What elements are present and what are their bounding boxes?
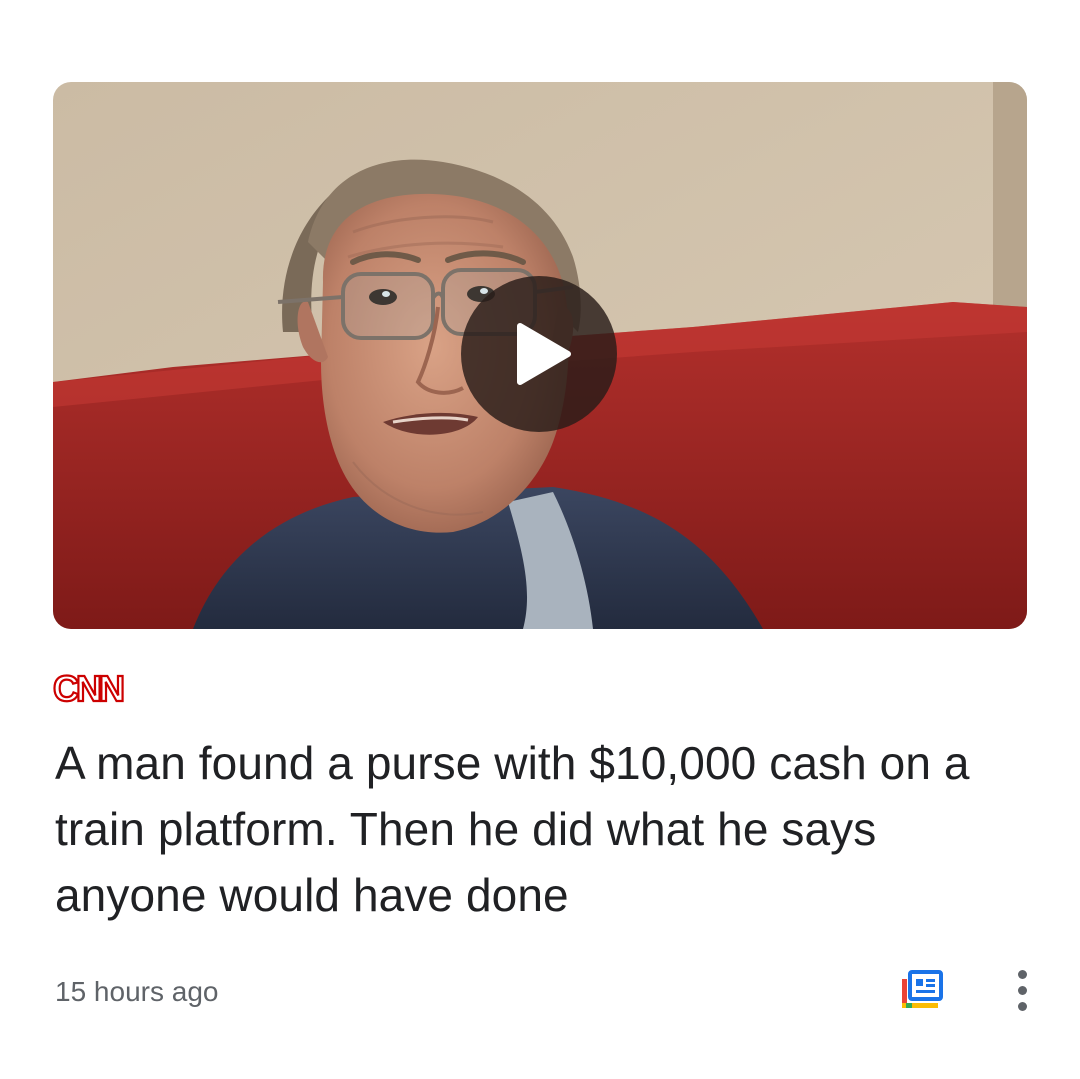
more-options-button[interactable] (1000, 962, 1044, 1018)
article-timestamp: 15 hours ago (55, 976, 219, 1007)
svg-text:CNN: CNN (53, 668, 123, 708)
article-headline[interactable]: A man found a purse with $10,000 cash on… (55, 730, 1015, 928)
source-logo[interactable]: CNN (52, 667, 133, 710)
cnn-logo: CNN (52, 667, 127, 710)
more-vert-icon (1017, 969, 1027, 979)
news-card[interactable]: CNN A man found a purse with $10,000 cas… (0, 0, 1080, 1079)
play-icon (517, 323, 571, 385)
more-vert-icon-dot (1017, 1001, 1027, 1011)
full-coverage-button[interactable] (890, 962, 954, 1018)
play-button[interactable] (461, 276, 617, 432)
full-coverage-icon (902, 970, 943, 1008)
more-vert-icon-dot (1017, 985, 1027, 995)
video-thumbnail[interactable] (53, 82, 1027, 629)
